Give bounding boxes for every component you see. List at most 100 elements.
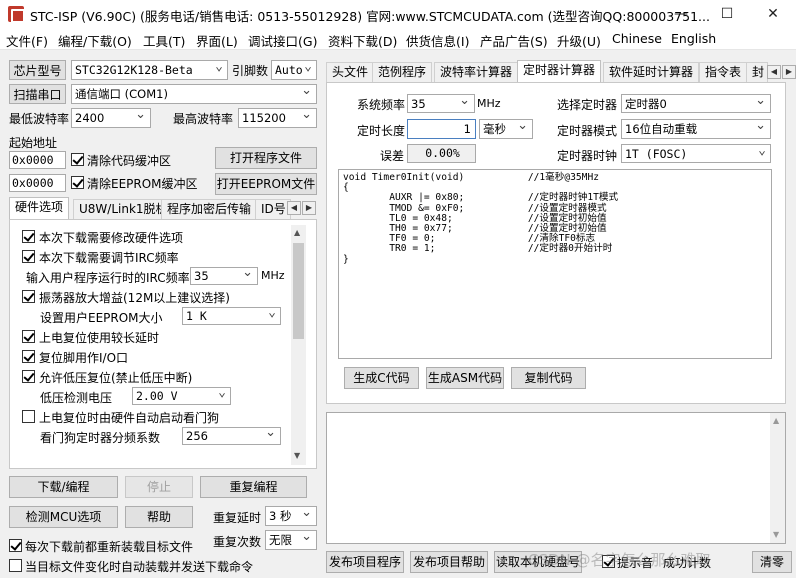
log-scroll-up-icon[interactable]: ▲ bbox=[773, 416, 779, 425]
wdt-prescaler-select[interactable]: 256 bbox=[182, 427, 281, 445]
maximize-button[interactable]: ☐ bbox=[704, 0, 750, 28]
menu-upgrade[interactable]: 升级(U) bbox=[557, 31, 601, 50]
clear-code-label: 清除代码缓冲区 bbox=[87, 154, 172, 168]
tab-baud-calculator[interactable]: 波特率计算器 bbox=[434, 62, 519, 82]
timer-length-unit-select[interactable]: 毫秒 bbox=[479, 119, 533, 139]
reset-pin-io-checkbox[interactable] bbox=[22, 350, 35, 363]
clear-code-checkbox[interactable] bbox=[71, 153, 84, 166]
menu-ads[interactable]: 产品广告(S) bbox=[480, 31, 548, 50]
tab-id-number[interactable]: ID号 bbox=[255, 199, 291, 219]
eeprom-size-select[interactable]: 1 K bbox=[182, 307, 281, 325]
timer-mode-label: 定时器模式 bbox=[557, 124, 618, 138]
modify-hw-options-checkbox[interactable] bbox=[22, 230, 35, 243]
publish-help-button[interactable]: 发布项目帮助 bbox=[410, 551, 488, 573]
generate-asm-code-button[interactable]: 生成ASM代码 bbox=[426, 367, 504, 389]
menu-download[interactable]: 资料下载(D) bbox=[328, 31, 397, 50]
com-port-select[interactable]: 通信端口 (COM1) bbox=[71, 84, 317, 104]
repeat-count-select[interactable]: 无限 bbox=[265, 530, 317, 550]
publish-project-button[interactable]: 发布项目程序 bbox=[326, 551, 404, 573]
chip-model-select[interactable]: STC32G12K128-Beta bbox=[71, 60, 228, 80]
tab-u8w-offline[interactable]: U8W/Link1脱机 bbox=[73, 199, 174, 219]
low-voltage-reset-label: 允许低压复位(禁止低压中断) bbox=[39, 371, 193, 385]
download-program-button[interactable]: 下载/编程 bbox=[9, 476, 118, 498]
reload-before-download-checkbox[interactable] bbox=[9, 539, 22, 552]
lvd-voltage-select[interactable]: 2.00 V bbox=[132, 387, 231, 405]
scan-port-button[interactable]: 扫描串口 bbox=[9, 84, 66, 104]
tab-header-files[interactable]: 头文件 bbox=[326, 62, 375, 82]
max-baud-select[interactable]: 115200 bbox=[238, 108, 317, 128]
repeat-program-button[interactable]: 重复编程 bbox=[200, 476, 307, 498]
menu-english[interactable]: English bbox=[671, 31, 716, 46]
irc-unit-label: MHz bbox=[261, 269, 285, 282]
left-tab-strip: 硬件选项 U8W/Link1脱机 程序加密后传输 ID号 ◀ ▶ bbox=[9, 197, 317, 219]
tab-encrypted-transfer[interactable]: 程序加密后传输 bbox=[161, 199, 258, 219]
timer-length-label: 定时长度 bbox=[357, 124, 406, 138]
watermark: CSDN @名字怎么那么难取 bbox=[528, 551, 711, 569]
select-timer-select[interactable]: 定时器0 bbox=[621, 94, 771, 113]
auto-load-checkbox[interactable] bbox=[9, 559, 22, 572]
menu-supply[interactable]: 供货信息(I) bbox=[406, 31, 469, 50]
tab-hardware-options[interactable]: 硬件选项 bbox=[9, 197, 70, 219]
log-scroll-down-icon[interactable]: ▼ bbox=[773, 530, 779, 539]
adjust-irc-checkbox[interactable] bbox=[22, 250, 35, 263]
minimize-button[interactable]: — bbox=[658, 0, 704, 28]
start-address-label: 起始地址 bbox=[9, 136, 58, 150]
long-reset-delay-checkbox[interactable] bbox=[22, 330, 35, 343]
right-tab-scroll-left-icon[interactable]: ◀ bbox=[767, 65, 781, 79]
clear-eeprom-checkbox[interactable] bbox=[71, 176, 84, 189]
osc-gain-checkbox[interactable] bbox=[22, 290, 35, 303]
menu-chinese[interactable]: Chinese bbox=[612, 31, 662, 46]
generated-code-box[interactable]: void Timer0Init(void) //1毫秒@35MHz { AUXR… bbox=[338, 169, 772, 359]
hardware-options-panel: ▲ ▼ 本次下载需要修改硬件选项 本次下载需要调节IRC频率 输入用户程序运行时… bbox=[9, 219, 317, 469]
options-scrollbar[interactable]: ▲ ▼ bbox=[291, 225, 306, 465]
stop-button[interactable]: 停止 bbox=[125, 476, 193, 498]
system-frequency-select[interactable]: 35 bbox=[407, 94, 475, 113]
open-program-file-button[interactable]: 打开程序文件 bbox=[215, 147, 317, 169]
chip-model-button[interactable]: 芯片型号 bbox=[9, 60, 66, 80]
close-button[interactable]: ✕ bbox=[750, 0, 796, 28]
tab-sample-programs[interactable]: 范例程序 bbox=[372, 62, 433, 82]
modify-hw-options-label: 本次下载需要修改硬件选项 bbox=[39, 231, 184, 245]
copy-code-button[interactable]: 复制代码 bbox=[511, 367, 586, 389]
output-log[interactable]: ▲ ▼ bbox=[326, 412, 786, 544]
menu-ui[interactable]: 界面(L) bbox=[196, 31, 238, 50]
repeat-delay-select[interactable]: 3 秒 bbox=[265, 506, 317, 526]
eeprom-size-label: 设置用户EEPROM大小 bbox=[40, 311, 163, 325]
clear-count-button[interactable]: 清零 bbox=[752, 551, 792, 573]
tab-delay-calculator[interactable]: 软件延时计算器 bbox=[603, 62, 700, 82]
menu-tools[interactable]: 工具(T) bbox=[143, 31, 185, 50]
low-voltage-reset-checkbox[interactable] bbox=[22, 370, 35, 383]
right-tab-scroll-right-icon[interactable]: ▶ bbox=[782, 65, 796, 79]
irc-frequency-select[interactable]: 35 bbox=[190, 267, 258, 285]
timer-clock-select[interactable]: 1T (FOSC) bbox=[621, 144, 771, 163]
scroll-up-icon[interactable]: ▲ bbox=[294, 228, 300, 237]
open-eeprom-file-button[interactable]: 打开EEPROM文件 bbox=[215, 173, 317, 195]
scrollbar-thumb[interactable] bbox=[293, 243, 304, 339]
tab-instruction-table[interactable]: 指令表 bbox=[699, 62, 748, 82]
tab-scroll-left-icon[interactable]: ◀ bbox=[287, 201, 301, 215]
timer-length-input[interactable]: 1 bbox=[407, 119, 476, 139]
menu-file[interactable]: 文件(F) bbox=[6, 31, 48, 50]
auto-watchdog-checkbox[interactable] bbox=[22, 410, 35, 423]
title-bar: STC-ISP (V6.90C) (服务电话/销售电话: 0513-550129… bbox=[0, 0, 796, 28]
code-start-address-input[interactable]: 0x0000 bbox=[9, 151, 66, 169]
pin-count-select[interactable]: Auto bbox=[271, 60, 317, 80]
menu-program[interactable]: 编程/下载(O) bbox=[58, 31, 132, 50]
tab-timer-calculator[interactable]: 定时器计算器 bbox=[517, 60, 602, 82]
scroll-down-icon[interactable]: ▼ bbox=[294, 451, 300, 460]
generate-c-code-button[interactable]: 生成C代码 bbox=[344, 367, 419, 389]
tab-more[interactable]: 封 bbox=[746, 62, 768, 82]
menu-debug[interactable]: 调试接口(G) bbox=[248, 31, 317, 50]
eeprom-start-address-input[interactable]: 0x0000 bbox=[9, 174, 66, 192]
check-mcu-options-button[interactable]: 检测MCU选项 bbox=[9, 506, 118, 528]
min-baud-select[interactable]: 2400 bbox=[71, 108, 151, 128]
timer-mode-select[interactable]: 16位自动重载 bbox=[621, 119, 771, 139]
lvd-voltage-label: 低压检测电压 bbox=[40, 391, 113, 405]
help-button[interactable]: 帮助 bbox=[125, 506, 193, 528]
tab-scroll-right-icon[interactable]: ▶ bbox=[302, 201, 316, 215]
timer-clock-label: 定时器时钟 bbox=[557, 149, 618, 163]
log-scrollbar[interactable]: ▲ ▼ bbox=[770, 413, 785, 543]
reload-before-download-label: 每次下载前都重新装载目标文件 bbox=[25, 540, 194, 554]
app-icon bbox=[8, 6, 25, 23]
right-tab-strip: 头文件 范例程序 波特率计算器 定时器计算器 软件延时计算器 指令表 封 ◀ ▶ bbox=[326, 60, 796, 82]
